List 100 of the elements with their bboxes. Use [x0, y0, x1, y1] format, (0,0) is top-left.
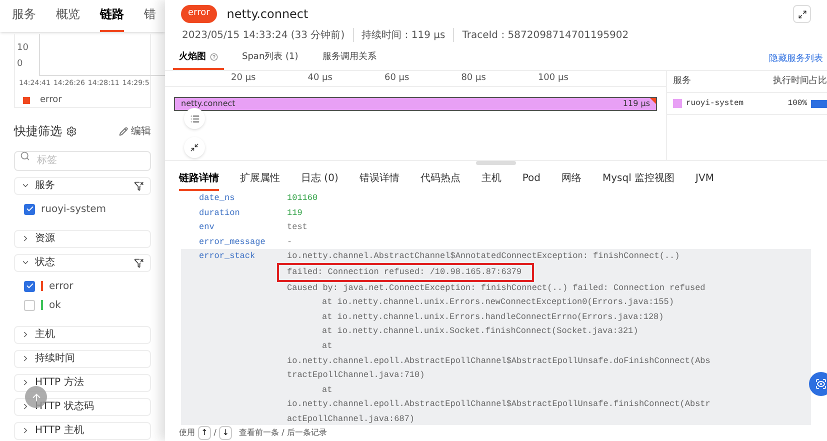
tick-label: 60 µs [384, 72, 410, 85]
footer-text: / [214, 427, 216, 439]
column-header: 执行时间占比 [773, 74, 827, 88]
filter-group-label: 持续时间 [35, 352, 76, 366]
filter-group-label: 服务 [35, 179, 56, 193]
detail-tab[interactable]: 链路详情 [179, 171, 219, 191]
span-bar[interactable]: netty.connect 119 µs [174, 97, 657, 111]
drawer-title: netty.connect [226, 6, 310, 23]
tick-label: 100 µs [538, 72, 568, 85]
checkbox[interactable] [24, 280, 35, 292]
attribute-key: error_stack [199, 249, 287, 264]
filter-group-header[interactable]: 持续时间 [14, 350, 151, 368]
percent-text: 100% [788, 98, 807, 110]
filter-group-label: HTTP 方法 [35, 376, 85, 390]
service-name: ruoyi-system [686, 98, 745, 110]
checkbox[interactable] [24, 204, 35, 214]
stack-line: at io.netty.channel.unix.Errors.handleConnectErrno(Errors.java:128) [321, 310, 664, 324]
edit-button[interactable]: 编辑 [119, 124, 151, 138]
stack-line: at [321, 340, 332, 353]
detail-tab[interactable]: Mysql 监控视图 [602, 171, 675, 191]
stack-line: tractEpollChannel.java:710) [287, 369, 425, 382]
axis-label: 0 [17, 60, 24, 69]
nav-tab[interactable]: 链路 [100, 5, 124, 32]
chevron-right-icon [21, 354, 30, 363]
meta-text: 持续时间 : 119 µs [362, 28, 446, 42]
filter-option-label: ruoyi-system [41, 202, 106, 216]
attribute-key: env [199, 220, 287, 235]
chevron-right-icon [21, 402, 30, 411]
view-tab[interactable]: 火焰图 [173, 50, 224, 70]
filter-group-label: HTTP 主机 [35, 424, 85, 438]
chevron-down-icon [21, 181, 30, 190]
nav-tab[interactable]: 概览 [56, 5, 80, 32]
stack-line: actEpollChannel.java:687) [287, 412, 415, 425]
filter-group-label: 资源 [35, 232, 56, 246]
detail-tab[interactable]: 错误详情 [359, 171, 400, 191]
filter-group-label: 主机 [35, 328, 56, 342]
section-title: 快捷筛选 [14, 123, 62, 140]
clear-filter-icon[interactable] [134, 180, 144, 190]
filter-group-header[interactable]: 资源 [14, 230, 151, 248]
legend-label: error [40, 94, 62, 107]
meta-text: TraceId : 5872098714701195902 [462, 28, 629, 42]
hide-services-link[interactable]: 隐藏服务列表 [769, 52, 823, 70]
arrow-up-icon [30, 392, 42, 402]
column-header: 服务 [673, 74, 691, 88]
stack-line: failed: Connection refused: /10.98.165.87:6379 [279, 264, 532, 280]
checkbox[interactable] [24, 300, 35, 310]
detail-tab[interactable]: 代码热点 [420, 171, 460, 191]
chevron-right-icon [21, 378, 30, 387]
chevron-right-icon [21, 330, 30, 339]
stack-line: Caused by: java.net.ConnectException: finishConnect(..) failed: Connection refused [287, 282, 706, 295]
attribute-key: date_ns [199, 191, 287, 206]
stack-line: io.netty.channel.AbstractChannel$AnnotatedConnectException: finishConnect(..) [287, 250, 680, 264]
attribute-value: 119 [287, 206, 302, 220]
help-icon [210, 53, 218, 62]
detail-tab[interactable]: 主机 [481, 171, 502, 191]
filter-option-label: error [49, 280, 74, 294]
view-tab[interactable]: 服务调用关系 [316, 50, 382, 70]
filter-group-header[interactable]: 状态 [14, 254, 151, 272]
floating-action-button[interactable] [809, 372, 827, 396]
key-hint: ↓ [219, 426, 232, 440]
meta-text: 2023/05/15 14:33:24 (33 分钟前) [182, 28, 345, 42]
tick-label: 80 µs [461, 72, 486, 85]
filter-group-header[interactable]: 服务 [14, 176, 151, 194]
filter-group-header[interactable]: HTTP 主机 [14, 422, 151, 440]
axis-label: 10 [17, 44, 28, 53]
chevron-down-icon [21, 258, 30, 267]
collapse-button[interactable] [184, 137, 205, 158]
search-field[interactable]: 标签 [14, 150, 151, 170]
stack-line: at io.netty.channel.unix.Errors.newConnectException0(Errors.java:155) [321, 296, 674, 310]
stack-line: io.netty.channel.epoll.AbstractEpollChannel$AbstractEpollUnsafe.doFinishConnect(Abs [287, 354, 710, 368]
chevron-right-icon [21, 426, 30, 435]
detail-tab[interactable]: Pod [522, 171, 540, 191]
expand-icon [798, 10, 806, 18]
fullscreen-button[interactable] [793, 5, 811, 23]
filter-group-header[interactable]: 主机 [14, 326, 151, 344]
detail-tab[interactable]: 日志 (0) [301, 171, 338, 191]
nav-tab[interactable]: 错 [144, 5, 156, 32]
filter-group-label: 状态 [35, 256, 56, 270]
resize-handle[interactable] [476, 161, 516, 165]
detail-tab[interactable]: JVM [696, 171, 714, 191]
detail-tab[interactable]: 网络 [561, 171, 582, 191]
error-corner-mark [650, 98, 656, 104]
nav-tab[interactable]: 服务 [12, 5, 36, 32]
status-badge: error [181, 5, 217, 23]
attribute-key: error_message [199, 234, 287, 250]
attribute-value: 101160 [287, 192, 318, 205]
pencil-icon [119, 126, 128, 136]
footer-text: 查看前一条 / 后一条记录 [239, 427, 327, 439]
settings-icon[interactable] [66, 126, 77, 136]
stack-line: at io.netty.channel.unix.Socket.finishConnect(Socket.java:321) [321, 325, 638, 338]
collapse-icon [190, 143, 199, 152]
tick-label: 40 µs [308, 72, 332, 85]
view-tab[interactable]: Span列表 (1) [236, 50, 304, 70]
detail-tab[interactable]: 扩展属性 [240, 171, 280, 191]
chevron-right-icon [21, 234, 30, 243]
list-view-button[interactable] [184, 108, 205, 129]
clear-filter-icon[interactable] [134, 258, 144, 268]
filter-group-label: HTTP 状态码 [35, 400, 95, 414]
scan-icon [815, 378, 827, 390]
footer-text: 使用 [179, 427, 195, 439]
